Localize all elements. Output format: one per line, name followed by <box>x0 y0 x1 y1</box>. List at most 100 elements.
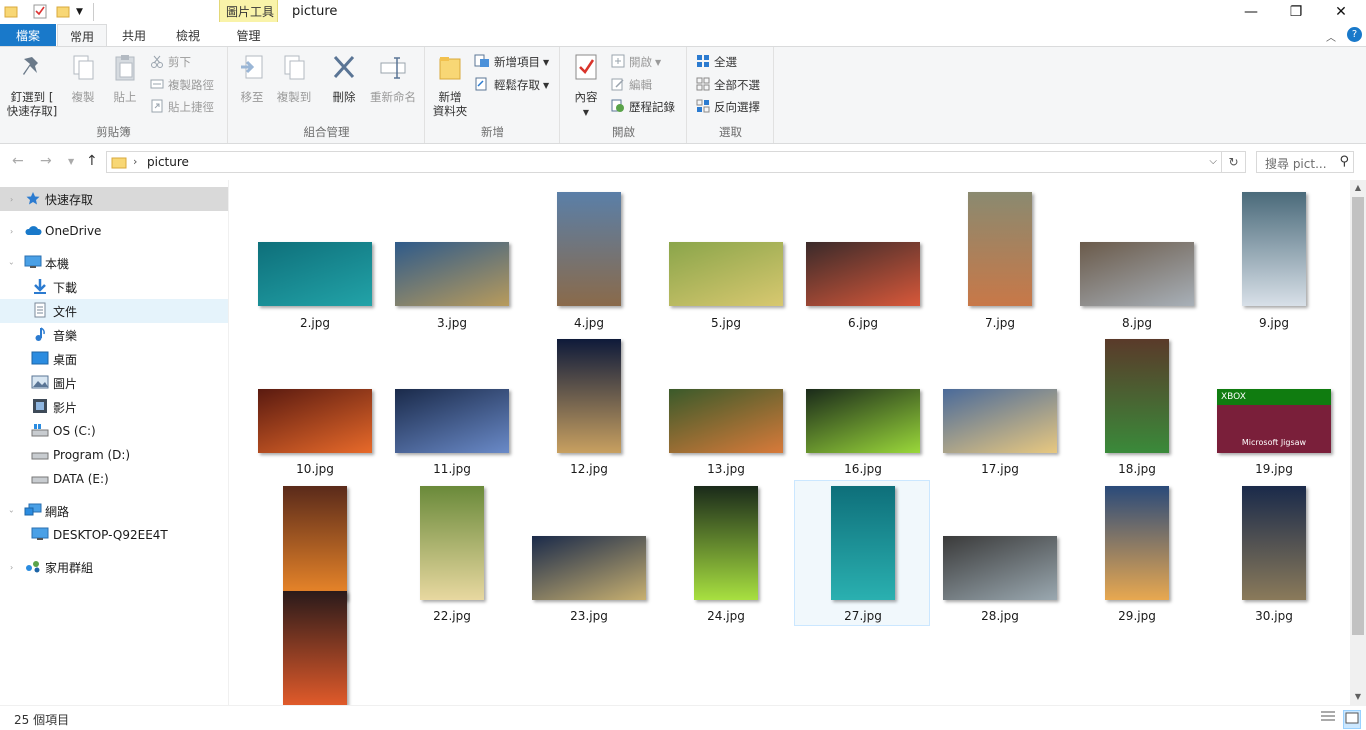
pin-label-line1: 釘選到 [ <box>10 90 54 104</box>
breadcrumb-chevron-icon[interactable]: › <box>133 155 137 168</box>
sidebar-item-pictures[interactable]: 圖片 <box>0 371 228 395</box>
image-thumbnail[interactable] <box>395 242 509 306</box>
copy-to-button[interactable]: 複製到 <box>273 53 315 104</box>
scrollbar-thumb[interactable] <box>1352 197 1364 635</box>
sidebar-item-onedrive[interactable]: › OneDrive <box>0 219 228 243</box>
minimize-button[interactable]: — <box>1228 0 1274 24</box>
tab-manage[interactable]: 管理 <box>219 24 278 46</box>
select-all-button[interactable]: 全選 <box>696 52 737 72</box>
sidebar-item-drive-d[interactable]: Program (D:) <box>0 443 228 467</box>
image-thumbnail[interactable] <box>806 389 920 453</box>
tab-view[interactable]: 檢視 <box>162 24 214 46</box>
tab-file[interactable]: 檔案 <box>0 24 56 46</box>
expand-chevron-icon[interactable]: › <box>7 509 16 512</box>
image-thumbnail[interactable] <box>283 591 347 705</box>
image-thumbnail[interactable] <box>258 242 372 306</box>
image-thumbnail[interactable] <box>694 486 758 600</box>
tab-share[interactable]: 共用 <box>110 24 158 46</box>
image-thumbnail[interactable] <box>258 389 372 453</box>
rename-button[interactable]: 重新命名 <box>367 53 419 104</box>
image-thumbnail[interactable] <box>943 536 1057 600</box>
folder-icon[interactable] <box>4 3 20 21</box>
search-input[interactable]: 搜尋 pict... <box>1265 155 1327 172</box>
sidebar-item-this-pc[interactable]: › 本機 <box>0 251 228 275</box>
delete-button[interactable]: 刪除 <box>327 53 361 104</box>
image-thumbnail[interactable] <box>1105 486 1169 600</box>
recent-locations-icon[interactable]: ▼ <box>68 157 74 166</box>
image-thumbnail[interactable] <box>1105 339 1169 453</box>
up-arrow-icon[interactable]: ↑ <box>86 153 98 169</box>
easy-access-button[interactable]: 輕鬆存取 ▼ <box>474 75 549 95</box>
expand-chevron-icon[interactable]: › <box>7 261 16 264</box>
properties-check-icon[interactable] <box>33 3 49 21</box>
help-icon[interactable]: ? <box>1347 27 1362 42</box>
invert-selection-button[interactable]: 反向選擇 <box>696 97 760 117</box>
new-folder-button[interactable]: 新增 資料夾 <box>430 53 470 118</box>
copy-button[interactable]: 複製 <box>66 53 100 104</box>
new-item-button[interactable]: 新增項目 ▼ <box>474 52 549 72</box>
sidebar-item-drive-c[interactable]: OS (C:) <box>0 419 228 443</box>
sidebar-item-homegroup[interactable]: › 家用群組 <box>0 555 228 579</box>
sidebar-item-documents[interactable]: 文件 <box>0 299 228 323</box>
image-thumbnail[interactable] <box>557 339 621 453</box>
history-button[interactable]: 歷程記錄 <box>611 97 675 117</box>
image-thumbnail[interactable] <box>943 389 1057 453</box>
properties-button[interactable]: 內容 ▼ <box>569 53 603 120</box>
qat-dropdown-icon[interactable]: ▼ <box>76 7 92 25</box>
copy-path-button[interactable]: 複製路徑 <box>150 75 214 95</box>
scroll-up-icon[interactable]: ▲ <box>1350 180 1366 196</box>
window-title: picture <box>292 4 338 19</box>
image-thumbnail[interactable] <box>831 486 895 600</box>
details-view-icon[interactable] <box>1320 710 1336 727</box>
search-box[interactable]: 搜尋 pict... ⚲ <box>1256 151 1354 173</box>
collapse-ribbon-icon[interactable]: ︿ <box>1326 29 1336 44</box>
image-thumbnail[interactable] <box>283 486 347 600</box>
cut-button[interactable]: 剪下 <box>150 52 191 72</box>
sidebar-item-videos[interactable]: 影片 <box>0 395 228 419</box>
file-name-label: 11.jpg <box>433 462 471 476</box>
sidebar-item-drive-e[interactable]: DATA (E:) <box>0 467 228 491</box>
expand-chevron-icon[interactable]: › <box>10 563 13 572</box>
edit-button[interactable]: 編輯 <box>611 75 652 95</box>
expand-chevron-icon[interactable]: › <box>10 195 13 204</box>
image-thumbnail[interactable] <box>557 192 621 306</box>
copy-to-icon <box>273 53 315 86</box>
paste-button[interactable]: 貼上 <box>108 53 142 104</box>
breadcrumb-picture[interactable]: picture <box>147 155 189 169</box>
open-button[interactable]: 開啟 ▼ <box>611 52 661 72</box>
image-thumbnail[interactable] <box>395 389 509 453</box>
address-dropdown-icon[interactable]: ⌵ <box>1209 156 1217 167</box>
sidebar-item-desktop[interactable]: 桌面 <box>0 347 228 371</box>
large-icons-view-icon[interactable] <box>1343 710 1361 729</box>
address-bar[interactable]: › picture ⌵ <box>106 151 1222 173</box>
expand-chevron-icon[interactable]: › <box>10 227 13 236</box>
forward-arrow-icon[interactable]: → <box>40 153 52 169</box>
image-thumbnail[interactable] <box>968 192 1032 306</box>
image-thumbnail[interactable] <box>532 536 646 600</box>
sidebar-item-desktop-pc[interactable]: DESKTOP-Q92EE4T <box>0 523 228 547</box>
image-thumbnail[interactable] <box>420 486 484 600</box>
pin-quick-access-button[interactable]: 釘選到 [ 快速存取] <box>6 53 58 118</box>
close-button[interactable]: ✕ <box>1318 0 1364 24</box>
tab-home[interactable]: 常用 <box>57 24 107 47</box>
new-folder-icon[interactable] <box>56 3 72 21</box>
sidebar-item-downloads[interactable]: 下載 <box>0 275 228 299</box>
scroll-down-icon[interactable]: ▼ <box>1350 689 1366 705</box>
sidebar-item-network[interactable]: › 網路 <box>0 499 228 523</box>
maximize-button[interactable]: ❐ <box>1273 0 1319 24</box>
image-thumbnail[interactable]: XBOX Microsoft Jigsaw <box>1217 389 1331 453</box>
vertical-scrollbar[interactable]: ▲ ▼ <box>1350 180 1366 705</box>
image-thumbnail[interactable] <box>669 242 783 306</box>
refresh-button[interactable]: ↻ <box>1222 151 1246 173</box>
sidebar-item-music[interactable]: 音樂 <box>0 323 228 347</box>
image-thumbnail[interactable] <box>1242 486 1306 600</box>
move-to-button[interactable]: 移至 <box>237 53 267 104</box>
image-thumbnail[interactable] <box>669 389 783 453</box>
image-thumbnail[interactable] <box>806 242 920 306</box>
paste-shortcut-button[interactable]: 貼上捷徑 <box>150 97 214 117</box>
sidebar-item-quick-access[interactable]: › 快速存取 <box>0 187 228 211</box>
image-thumbnail[interactable] <box>1242 192 1306 306</box>
image-thumbnail[interactable] <box>1080 242 1194 306</box>
select-none-button[interactable]: 全部不選 <box>696 75 760 95</box>
back-arrow-icon[interactable]: ← <box>12 153 24 169</box>
